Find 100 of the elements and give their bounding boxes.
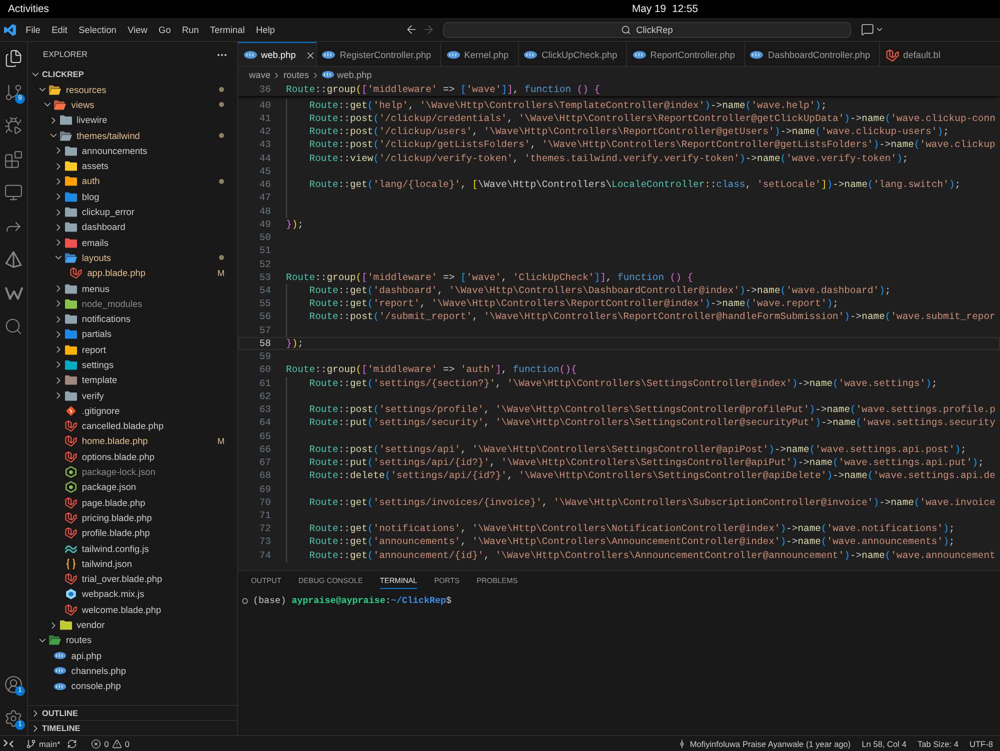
- file-name[interactable]: pricing.blade.php: [82, 512, 152, 523]
- menu-item[interactable]: Run: [176, 18, 204, 40]
- menu-item[interactable]: Terminal: [204, 18, 250, 40]
- line-number: 56: [258, 310, 271, 324]
- code-line: Route::get('dashboard', '\Wave\Http\Controllers\DashboardController@index')->name('wave.dashboard');: [309, 284, 891, 298]
- search-box[interactable]: ClickRep: [443, 22, 851, 38]
- file-name[interactable]: package.json: [82, 482, 136, 492]
- file-name[interactable]: tailwind.json: [82, 558, 132, 569]
- folder-name[interactable]: vendor: [76, 620, 105, 630]
- folder-name[interactable]: clickup_error: [82, 207, 134, 218]
- file-name[interactable]: cancelled.blade.php: [82, 421, 164, 432]
- branch-name[interactable]: main*: [39, 738, 60, 748]
- menu-item[interactable]: Go: [152, 18, 176, 40]
- folder-name[interactable]: resources: [66, 84, 106, 95]
- clock-time[interactable]: 12:55: [672, 4, 698, 14]
- chat-icon[interactable]: [861, 23, 874, 36]
- menu-item[interactable]: Selection: [73, 18, 122, 40]
- line-number: 47: [258, 191, 271, 205]
- bug-play-icon[interactable]: [4, 116, 23, 136]
- status-item[interactable]: Ln 58, Col 4: [862, 738, 906, 748]
- folder-name[interactable]: dashboard: [82, 222, 126, 232]
- file-name[interactable]: api.php: [71, 650, 102, 661]
- search-icon[interactable]: [4, 317, 23, 336]
- back-arrow-icon[interactable]: [405, 23, 418, 36]
- code-line: Route::get('notifications', '\Wave\Http\Controllers\NotificationController@index')->name('wave.notifications');: [309, 522, 955, 536]
- folder-name[interactable]: settings: [82, 360, 114, 370]
- breadcrumb-item[interactable]: wave: [249, 70, 270, 80]
- line-number: 54: [258, 284, 271, 298]
- code-line: Route::group(['middleware' => ['wave']], function () {: [286, 83, 600, 96]
- blocks-icon[interactable]: [4, 150, 23, 169]
- caret-icon[interactable]: [875, 25, 884, 34]
- folder-name[interactable]: blog: [82, 192, 100, 202]
- zigzag-icon[interactable]: [4, 286, 22, 300]
- folder-name[interactable]: views: [71, 100, 94, 110]
- breadcrumb-item[interactable]: web.php: [322, 70, 372, 80]
- ellipse-icon: [244, 51, 256, 59]
- file-name[interactable]: console.php: [71, 681, 121, 692]
- file-name[interactable]: webpack.mix.js: [82, 589, 144, 600]
- workspace-header[interactable]: CLICKREP: [28, 67, 237, 82]
- folder-name[interactable]: menus: [82, 284, 110, 294]
- settings-icon[interactable]: [4, 708, 23, 728]
- file-name[interactable]: channels.php: [71, 666, 126, 676]
- menu-item[interactable]: File: [20, 18, 46, 40]
- error-count[interactable]: 0: [104, 738, 109, 748]
- folder-name[interactable]: livewire: [76, 115, 108, 126]
- folder-name[interactable]: assets: [82, 161, 108, 172]
- folder-name[interactable]: report: [82, 344, 106, 355]
- folder-name[interactable]: emails: [82, 238, 108, 248]
- branch-icon[interactable]: [4, 82, 23, 102]
- menu-item[interactable]: Help: [250, 18, 280, 40]
- folder-name[interactable]: notifications: [82, 314, 130, 324]
- folder-name[interactable]: layouts: [82, 252, 112, 263]
- warning-icon[interactable]: [112, 738, 122, 748]
- folder-name[interactable]: auth: [82, 176, 100, 186]
- warning-count[interactable]: 0: [124, 738, 130, 748]
- status-item[interactable]: UTF-8: [969, 738, 993, 748]
- branch-icon[interactable]: [26, 738, 36, 748]
- error-icon[interactable]: [91, 738, 102, 748]
- code-line: Route::view('/clickup/verify-token', 'themes.tailwind.verify.verify-token')->name('wave.verify-token');: [309, 152, 908, 165]
- code-line: Route::get('lang/{locale}', [\Wave\Http\Controllers\LocaleController::class, 'setLocale'])->name('lang.switch');: [309, 178, 961, 192]
- cube-outline-icon: [886, 48, 899, 62]
- ellipse-icon: [632, 51, 646, 59]
- breadcrumb-item[interactable]: routes: [283, 70, 309, 80]
- cube-outline-icon: [64, 496, 77, 509]
- close-icon[interactable]: [304, 50, 316, 60]
- line-number: 66: [258, 442, 271, 456]
- file-name[interactable]: tailwind.config.js: [82, 544, 149, 554]
- monitor-icon[interactable]: [4, 183, 23, 202]
- file-name[interactable]: home.blade.php: [82, 436, 148, 446]
- file-name[interactable]: options.blade.php: [82, 452, 154, 462]
- folder-name[interactable]: verify: [82, 390, 104, 401]
- code-line: Route::get('help', '\Wave\Http\Controllers\TemplateController@index')->name('wave.help');: [309, 98, 827, 112]
- folder-name[interactable]: node_modules: [82, 298, 142, 309]
- folder-name[interactable]: partials: [82, 329, 112, 340]
- line-number: 42: [258, 125, 271, 138]
- blame-info[interactable]: Mofiyinfoluwa Praise Ayanwale (1 year ago): [690, 738, 851, 748]
- account-icon[interactable]: [4, 675, 23, 694]
- file-name[interactable]: profile.blade.php: [82, 528, 150, 538]
- clock-date[interactable]: May 19: [632, 4, 666, 14]
- folder-name[interactable]: template: [82, 375, 118, 386]
- menu-item[interactable]: Edit: [46, 18, 74, 40]
- file-name[interactable]: .gitignore: [82, 406, 120, 416]
- sync-icon[interactable]: [67, 738, 78, 748]
- folder-name[interactable]: announcements: [82, 146, 148, 156]
- section-header[interactable]: OUTLINE: [28, 705, 237, 720]
- file-name[interactable]: package-lock.json: [82, 467, 156, 478]
- folder-name[interactable]: routes: [66, 635, 92, 646]
- activities-button[interactable]: Activities: [8, 4, 49, 14]
- status-item[interactable]: Tab Size: 4: [917, 738, 958, 748]
- files-icon[interactable]: [4, 49, 23, 68]
- remote-icon[interactable]: [3, 739, 14, 748]
- file-name[interactable]: trial_over.blade.php: [82, 574, 162, 584]
- menu-item[interactable]: View: [122, 18, 153, 40]
- folder-name[interactable]: themes/tailwind: [76, 130, 140, 141]
- triangle-icon[interactable]: [5, 251, 22, 268]
- line-number: 41: [258, 112, 271, 126]
- file-name[interactable]: app.blade.php: [87, 268, 146, 278]
- file-name[interactable]: page.blade.php: [82, 498, 146, 508]
- file-name[interactable]: welcome.blade.php: [82, 604, 162, 615]
- editor-tab[interactable]: web.php: [238, 42, 317, 66]
